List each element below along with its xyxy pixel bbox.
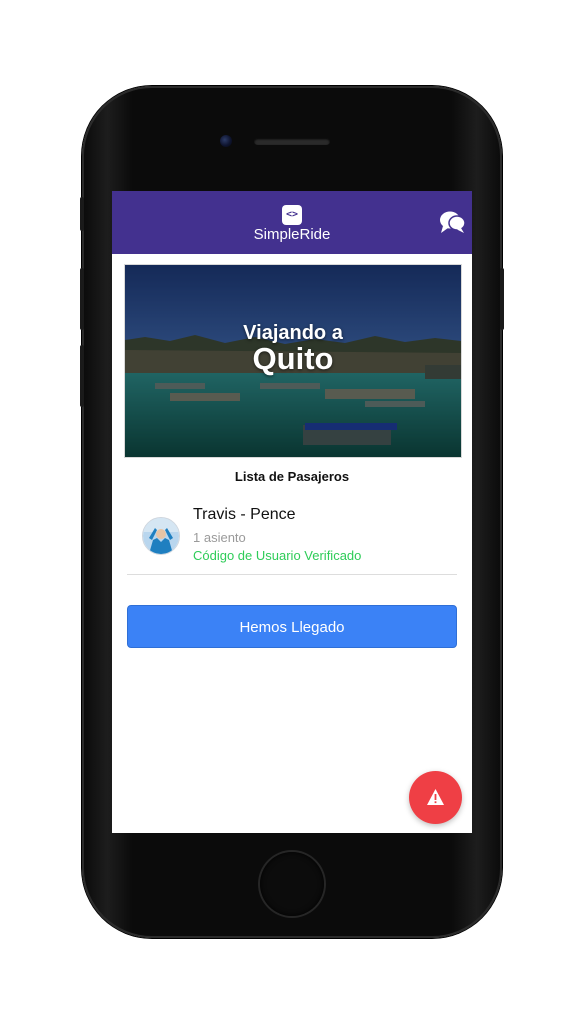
phone-volume-up — [80, 268, 84, 330]
home-button[interactable] — [260, 852, 324, 916]
avatar — [142, 517, 180, 555]
phone-power-button — [500, 268, 504, 330]
arrived-button[interactable]: Hemos Llegado — [127, 605, 457, 648]
passenger-list-title: Lista de Pasajeros — [234, 469, 350, 484]
chat-bubbles-icon[interactable] — [438, 208, 466, 236]
destination-banner: Viajando a Quito — [124, 264, 462, 458]
phone-mute-switch — [80, 197, 84, 231]
passenger-name: Travis - Pence — [193, 506, 296, 523]
phone-volume-down — [80, 345, 84, 407]
warning-icon — [427, 789, 444, 805]
emergency-alert-button[interactable] — [409, 771, 462, 824]
app-screen: <> SimpleRide Viajando a Quito Lista de … — [112, 191, 472, 833]
passenger-seats: 1 asiento — [193, 530, 246, 545]
app-logo-icon: <> — [282, 205, 302, 225]
earpiece-speaker — [254, 138, 330, 145]
top-navbar: <> SimpleRide — [112, 191, 472, 254]
verification-status: Código de Usuario Verificado — [193, 548, 362, 563]
front-camera — [220, 135, 232, 147]
app-name: SimpleRide — [253, 226, 331, 243]
passenger-item[interactable]: Travis - Pence 1 asiento Código de Usuar… — [127, 500, 457, 575]
destination-city: Quito — [252, 341, 334, 376]
